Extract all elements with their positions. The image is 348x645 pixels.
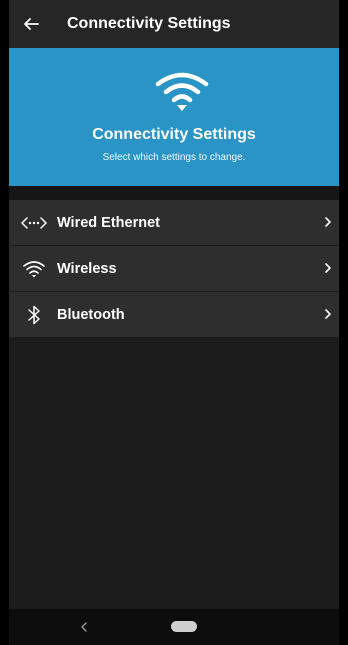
nav-back-icon[interactable]: [79, 619, 89, 635]
back-arrow-icon: [24, 18, 39, 30]
nav-home-pill-icon[interactable]: [171, 621, 197, 632]
chevron-right-icon: [325, 263, 331, 273]
chevron-right-icon: [325, 309, 331, 319]
banner-title: Connectivity Settings: [92, 126, 256, 143]
app-bar: Connectivity Settings: [9, 0, 339, 48]
list-item-bluetooth[interactable]: Bluetooth: [9, 292, 339, 338]
bluetooth-icon: [20, 305, 48, 325]
ethernet-icon: [20, 213, 48, 233]
wifi-icon: [20, 259, 48, 279]
settings-list: Wired Ethernet Wireless Bluetooth: [9, 200, 339, 338]
banner-subtitle: Select which settings to change.: [102, 152, 246, 163]
page-title: Connectivity Settings: [67, 15, 231, 32]
wifi-icon: [155, 72, 209, 111]
section-divider: [9, 186, 339, 200]
chevron-right-icon: [325, 217, 331, 227]
list-item-label: Bluetooth: [57, 306, 125, 323]
header-banner: Connectivity Settings Select which setti…: [9, 48, 339, 186]
list-item-label: Wireless: [57, 260, 117, 277]
system-nav-bar: [9, 609, 339, 645]
back-button[interactable]: [9, 0, 53, 48]
screen: Connectivity Settings Connectivity Setti…: [9, 0, 339, 645]
list-item-wireless[interactable]: Wireless: [9, 246, 339, 292]
list-item-wired-ethernet[interactable]: Wired Ethernet: [9, 200, 339, 246]
list-item-label: Wired Ethernet: [57, 214, 160, 231]
